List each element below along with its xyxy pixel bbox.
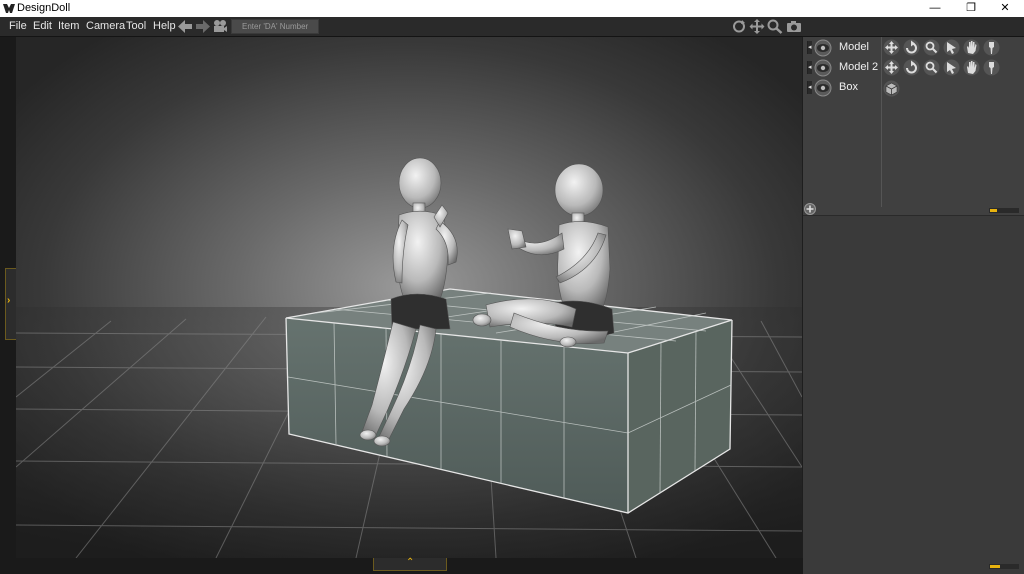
pin-icon[interactable] [983,59,1000,76]
expand-arrow-icon[interactable]: ◂ [807,81,812,94]
menu-file[interactable]: File [9,20,27,32]
properties-panel [803,216,1024,574]
list-divider [881,37,882,207]
menu-camera[interactable]: Camera [86,20,125,32]
zoom-view-icon[interactable] [767,19,783,34]
visibility-eye-icon[interactable] [814,39,832,57]
menu-help[interactable]: Help [153,20,176,32]
forward-arrow-icon[interactable] [195,19,211,34]
scene-canvas[interactable] [16,37,802,558]
zoom-icon[interactable] [923,59,940,76]
menu-bar: File Edit Item Camera Tool Help Enter 'D… [0,17,1024,37]
item-label-model-2[interactable]: Model 2 [839,61,878,73]
camera-record-icon[interactable] [212,19,228,34]
rotate-icon[interactable] [903,59,920,76]
zoom-icon[interactable] [923,39,940,56]
select-icon[interactable] [943,59,960,76]
expand-right-icon: › [7,295,11,306]
title-bar: DesignDoll — ❐ ✕ [0,0,1024,17]
pan-view-icon[interactable] [749,19,765,34]
menu-edit[interactable]: Edit [33,20,52,32]
move-icon[interactable] [883,59,900,76]
right-panel: ◂ Model ◂ Model 2 ◂ Box [803,37,1024,574]
cube-icon[interactable] [883,80,900,97]
list-scrollbar[interactable] [989,208,1019,213]
menu-tool[interactable]: Tool [126,20,146,32]
expand-arrow-icon[interactable]: ◂ [807,61,812,74]
visibility-eye-icon[interactable] [814,59,832,77]
properties-scrollbar[interactable] [989,564,1019,569]
list-item-model-2[interactable]: ◂ Model 2 [803,59,881,77]
list-item-box[interactable]: ◂ Box [803,79,881,97]
viewport-3d[interactable] [16,37,802,558]
designdoll-logo-icon [3,4,15,13]
app-title: DesignDoll [17,2,71,14]
minimize-button[interactable]: — [921,0,949,17]
snapshot-camera-icon[interactable] [786,19,802,34]
item-label-model[interactable]: Model [839,41,869,53]
bottom-panel-strip: ⌃ [0,557,803,574]
bottom-panel-toggle[interactable]: ⌃ [373,557,447,571]
item-label-box[interactable]: Box [839,81,858,93]
menu-item[interactable]: Item [58,20,79,32]
rotate-view-icon[interactable] [731,19,747,34]
add-item-icon[interactable] [804,203,816,215]
da-number-input[interactable]: Enter 'DA' Number [231,19,319,34]
hand-icon[interactable] [963,59,980,76]
rotate-icon[interactable] [903,39,920,56]
back-arrow-icon[interactable] [177,19,193,34]
expand-arrow-icon[interactable]: ◂ [807,41,812,54]
select-icon[interactable] [943,39,960,56]
pin-icon[interactable] [983,39,1000,56]
close-button[interactable]: ✕ [991,0,1019,17]
expand-up-icon: ⌃ [406,557,415,568]
move-icon[interactable] [883,39,900,56]
scene-item-list: ◂ Model ◂ Model 2 ◂ Box [803,37,1024,215]
visibility-eye-icon[interactable] [814,79,832,97]
restore-button[interactable]: ❐ [957,0,985,17]
hand-icon[interactable] [963,39,980,56]
list-item-model[interactable]: ◂ Model [803,39,881,57]
